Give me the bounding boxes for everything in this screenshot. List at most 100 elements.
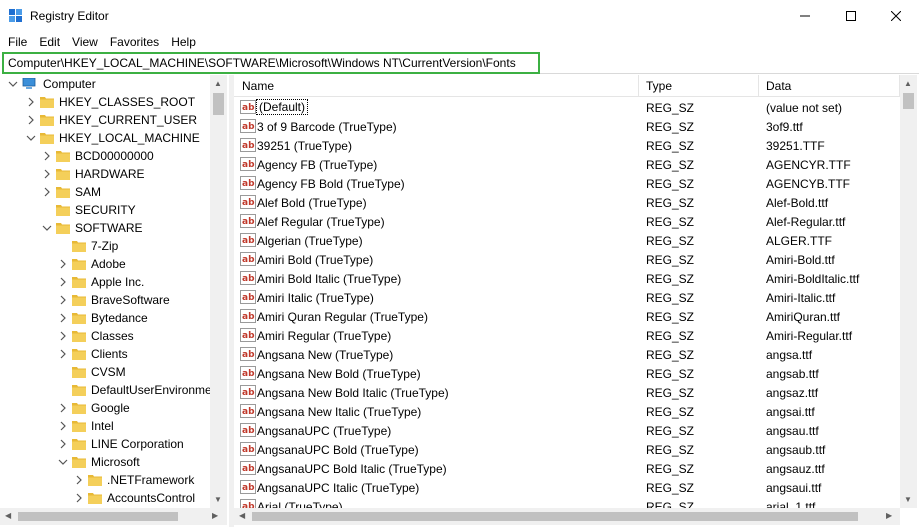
tree-item[interactable]: Adobe [0,255,210,273]
tree-item[interactable]: Google [0,399,210,417]
table-row[interactable]: ab 39251 (TrueType) REG_SZ 39251.TTF [234,136,900,155]
table-row[interactable]: ab Amiri Italic (TrueType) REG_SZ Amiri-Ita… [234,288,900,307]
table-row[interactable]: ab Amiri Bold (TrueType) REG_SZ Amiri-Bold.… [234,250,900,269]
tree-vertical-scrollbar[interactable]: ▲ ▼ [210,75,227,508]
table-row[interactable]: ab Amiri Bold Italic (TrueType) REG_SZ Amir… [234,269,900,288]
scroll-down-icon[interactable]: ▼ [214,495,222,505]
table-row[interactable]: ab Alef Regular (TrueType) REG_SZ Alef-Regu… [234,212,900,231]
string-value-icon: ab [240,214,256,228]
column-header-name[interactable]: Name [242,79,274,93]
menu-help[interactable]: Help [165,32,202,52]
chevron-right-icon[interactable] [58,349,68,359]
chevron-right-icon[interactable] [42,169,52,179]
address-bar[interactable]: Computer\HKEY_LOCAL_MACHINE\SOFTWARE\Mic… [2,52,540,74]
scroll-right-icon[interactable]: ▶ [212,511,218,521]
column-separator[interactable] [638,75,639,97]
table-row[interactable]: ab Agency FB Bold (TrueType) REG_SZ AGENCYB… [234,174,900,193]
tree-item[interactable]: DefaultUserEnvironme [0,381,212,399]
tree-item[interactable]: .NETFramework [0,471,210,489]
maximize-button[interactable] [828,0,874,32]
chevron-down-icon[interactable] [58,457,68,467]
scroll-down-icon[interactable]: ▼ [904,495,912,505]
column-header-data[interactable]: Data [766,79,791,93]
table-row[interactable]: ab Angsana New Italic (TrueType) REG_SZ ang… [234,402,900,421]
tree-item[interactable]: Computer [0,75,210,93]
chevron-right-icon[interactable] [26,115,36,125]
table-row[interactable]: ab Alef Bold (TrueType) REG_SZ Alef-Bold.tt… [234,193,900,212]
chevron-right-icon[interactable] [58,421,68,431]
tree-item[interactable]: Clients [0,345,210,363]
menu-file[interactable]: File [2,32,33,52]
tree-item[interactable]: LINE Corporation [0,435,210,453]
scroll-left-icon[interactable]: ◀ [5,511,11,521]
table-row[interactable]: ab 3 of 9 Barcode (TrueType) REG_SZ 3of9.tt… [234,117,900,136]
tree-item[interactable]: HKEY_LOCAL_MACHINE [0,129,210,147]
scroll-up-icon[interactable]: ▲ [904,79,912,89]
close-button[interactable] [873,0,919,32]
scroll-right-icon[interactable]: ▶ [886,511,892,521]
tree-item[interactable]: SAM [0,183,210,201]
tree-item[interactable]: Microsoft [0,453,210,471]
tree-item[interactable]: CVSM [0,363,210,381]
chevron-right-icon[interactable] [58,313,68,323]
chevron-right-icon[interactable] [58,259,68,269]
table-row[interactable]: ab Angsana New Bold (TrueType) REG_SZ angsa… [234,364,900,383]
tree-item[interactable]: BraveSoftware [0,291,210,309]
tree-horizontal-scroll-thumb[interactable] [18,512,178,521]
tree-item[interactable]: Intel [0,417,210,435]
tree-item[interactable]: SECURITY [0,201,210,219]
table-row[interactable]: ab Angsana New Bold Italic (TrueType) REG_… [234,383,900,402]
tree-item[interactable]: 7-Zip [0,237,210,255]
chevron-down-icon[interactable] [8,79,18,89]
chevron-right-icon[interactable] [26,97,36,107]
chevron-down-icon[interactable] [26,133,36,143]
tree-vertical-scroll-thumb[interactable] [213,93,224,115]
list-vertical-scroll-thumb[interactable] [903,93,914,109]
chevron-right-icon[interactable] [42,187,52,197]
tree-item[interactable]: Apple Inc. [0,273,210,291]
column-header-type[interactable]: Type [646,79,672,93]
tree-item[interactable]: HKEY_CLASSES_ROOT [0,93,210,111]
table-row[interactable]: ab Angsana New (TrueType) REG_SZ angsa.ttf [234,345,900,364]
tree-item[interactable]: SOFTWARE [0,219,210,237]
table-row[interactable]: ab AngsanaUPC Bold (TrueType) REG_SZ angsau… [234,440,900,459]
table-row[interactable]: ab (Default) REG_SZ (value not set) [234,98,900,117]
list-horizontal-scrollbar[interactable]: ◀ ▶ [234,508,900,525]
scroll-up-icon[interactable]: ▲ [214,79,222,89]
table-row[interactable]: ab Amiri Quran Regular (TrueType) REG_SZ Am… [234,307,900,326]
tree-item[interactable]: HARDWARE [0,165,210,183]
menu-view[interactable]: View [66,32,104,52]
menu-favorites[interactable]: Favorites [104,32,165,52]
value-data: 3of9.ttf [766,120,803,134]
chevron-right-icon[interactable] [42,151,52,161]
tree-item[interactable]: Classes [0,327,210,345]
table-row[interactable]: ab Agency FB (TrueType) REG_SZ AGENCYR.TTF [234,155,900,174]
minimize-button[interactable] [782,0,828,32]
chevron-right-icon[interactable] [58,403,68,413]
column-separator[interactable] [758,75,759,97]
list-horizontal-scroll-thumb[interactable] [252,512,858,521]
tree-item[interactable]: BCD00000000 [0,147,210,165]
scroll-left-icon[interactable]: ◀ [239,511,245,521]
tree-horizontal-scrollbar[interactable]: ◀ ▶ [0,508,227,525]
address-path[interactable]: Computer\HKEY_LOCAL_MACHINE\SOFTWARE\Mic… [8,56,516,70]
chevron-down-icon[interactable] [42,223,52,233]
tree-item[interactable]: AccountsControl [0,489,210,507]
table-row[interactable]: ab Algerian (TrueType) REG_SZ ALGER.TTF [234,231,900,250]
chevron-right-icon[interactable] [58,439,68,449]
table-row[interactable]: ab AngsanaUPC (TrueType) REG_SZ angsau.ttf [234,421,900,440]
table-row[interactable]: ab Amiri Regular (TrueType) REG_SZ Amiri-Re… [234,326,900,345]
chevron-right-icon[interactable] [58,295,68,305]
tree-item[interactable]: Bytedance [0,309,210,327]
menu-edit[interactable]: Edit [33,32,66,52]
chevron-right-icon[interactable] [58,277,68,287]
chevron-right-icon[interactable] [74,475,84,485]
svg-text:ab: ab [242,122,255,132]
list-vertical-scrollbar[interactable]: ▲ ▼ [900,75,917,508]
chevron-right-icon[interactable] [74,493,84,503]
table-row[interactable]: ab AngsanaUPC Italic (TrueType) REG_SZ angs… [234,478,900,497]
chevron-right-icon[interactable] [58,331,68,341]
tree-item[interactable]: HKEY_CURRENT_USER [0,111,210,129]
table-row[interactable]: ab AngsanaUPC Bold Italic (TrueType) REG_S… [234,459,900,478]
window-title: Registry Editor [30,9,109,23]
